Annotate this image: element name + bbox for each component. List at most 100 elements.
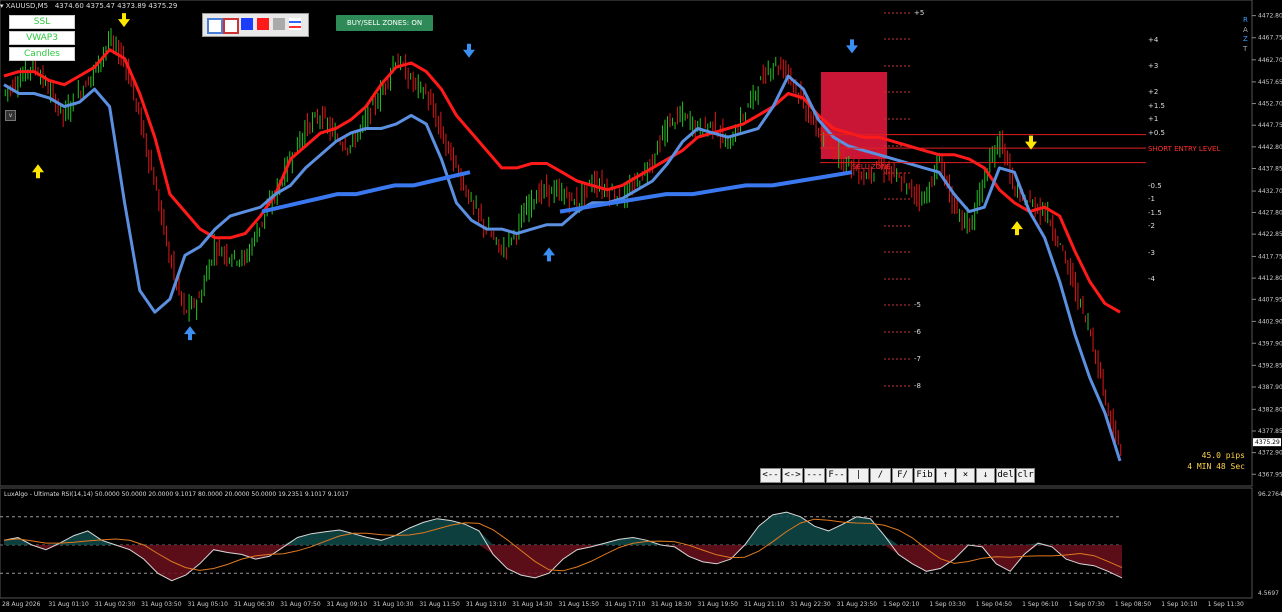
- vwap-segment-left: [261, 170, 471, 214]
- current-price-label: 4375.29: [1255, 439, 1280, 446]
- pips-readout: 45.0 pips: [1201, 451, 1245, 460]
- fib-level-label: -4: [1148, 275, 1156, 283]
- toolbar-dash-button[interactable]: ---: [804, 468, 825, 483]
- swatch-outline-red[interactable]: [223, 18, 239, 34]
- rsi-bear-fill: [4, 545, 1122, 581]
- swatch-gray[interactable]: [273, 18, 285, 30]
- time-tick-label: 31 Aug 11:50: [419, 601, 460, 608]
- fib-level-label: -7: [914, 355, 921, 363]
- price-tick-label: 4422.85: [1258, 231, 1282, 238]
- toolbar-diagonal-button[interactable]: /: [870, 468, 891, 483]
- time-tick-label: 1 Sep 08:50: [1115, 601, 1151, 608]
- fib-level-label: +1.5: [1148, 102, 1165, 110]
- buy-sell-zones-button[interactable]: BUY/SELL ZONES: ON: [336, 15, 433, 31]
- time-tick-label: 31 Aug 14:30: [512, 601, 553, 608]
- time-tick-label: 31 Aug 18:30: [651, 601, 692, 608]
- toolbar-fib-button[interactable]: Fib: [914, 468, 935, 483]
- swatch-red[interactable]: [257, 18, 269, 30]
- sell-arrow-icon: [118, 13, 130, 28]
- vwap-segment-right: [559, 170, 853, 214]
- price-tick-label: 4472.80: [1258, 13, 1282, 20]
- ssl-line: [3, 48, 1121, 314]
- time-tick-label: 31 Aug 17:10: [605, 601, 646, 608]
- sell-arrow-icon: [1025, 135, 1037, 150]
- time-tick-label: 31 Aug 09:10: [327, 601, 368, 608]
- time-tick-label: 31 Aug 15:50: [558, 601, 599, 608]
- toolbar-fib-diagonal-button[interactable]: F/: [892, 468, 913, 483]
- fib-level-label: -6: [914, 328, 922, 336]
- toolbar-clear-button[interactable]: clr: [1016, 468, 1035, 483]
- chart-canvas[interactable]: SELL ZONE +5-5-6-7-8+4+3+2+1.5+1+0.5-0.5…: [0, 0, 1282, 612]
- price-tick-label: 4452.70: [1258, 101, 1282, 108]
- price-tick-label: 4367.95: [1258, 471, 1282, 478]
- right-label-r: R: [1243, 16, 1248, 24]
- fib-level-label: +1: [1148, 115, 1158, 123]
- time-tick-label: 1 Sep 04:50: [976, 601, 1012, 608]
- price-tick-label: 4417.75: [1258, 253, 1282, 260]
- fib-level-label: -5: [914, 301, 921, 309]
- ssl-toggle-button[interactable]: SSL: [9, 15, 75, 29]
- vwap3-toggle-button[interactable]: VWAP3: [9, 31, 75, 45]
- toolbar-fib-dash-button[interactable]: F--: [826, 468, 847, 483]
- toolbar-vertical-button[interactable]: |: [848, 468, 869, 483]
- rsi-panel: 96.2764 4.5697: [0, 491, 1282, 597]
- time-tick-label: 31 Aug 10:30: [373, 601, 414, 608]
- rsi-indicator-label: LuxAlgo - Ultimate RSI(14,14) 50.0000 50…: [4, 491, 349, 498]
- right-edge-labels: R A Z T: [1243, 16, 1248, 54]
- price-tick-label: 4402.90: [1258, 318, 1282, 325]
- price-tick-label: 4382.80: [1258, 406, 1282, 413]
- toolbar-up-arrow-icon[interactable]: ↑: [936, 468, 955, 483]
- time-tick-label: 31 Aug 19:50: [698, 601, 739, 608]
- time-tick-label: 1 Sep 11:30: [1208, 601, 1244, 608]
- sell-arrow-icon: [846, 39, 858, 54]
- price-tick-label: 4447.75: [1258, 122, 1282, 129]
- toolbar-down-arrow-icon[interactable]: ↓: [976, 468, 995, 483]
- swatch-line-style[interactable]: [289, 18, 301, 30]
- buy-arrow-icon: [32, 164, 44, 179]
- time-tick-label: 1 Sep 06:10: [1022, 601, 1058, 608]
- fib-level-label: +2: [1148, 88, 1158, 96]
- fib-level-label: -1: [1148, 195, 1155, 203]
- swatch-outline-blue[interactable]: [207, 18, 223, 34]
- price-tick-label: 4407.95: [1258, 296, 1282, 303]
- price-tick-label: 4442.80: [1258, 144, 1282, 151]
- swatch-blue[interactable]: [241, 18, 253, 30]
- time-tick-label: 1 Sep 03:30: [929, 601, 965, 608]
- fib-level-label: -2: [1148, 222, 1155, 230]
- symbol-bar: ▾ XAUUSD,M5 4374.60 4375.47 4373.89 4375…: [0, 2, 177, 10]
- rsi-min-label: 4.5697: [1258, 590, 1279, 597]
- toolbar-arrow-left-button[interactable]: <--: [760, 468, 781, 483]
- fib-level-label: +3: [1148, 62, 1158, 70]
- right-label-z: Z: [1243, 35, 1248, 43]
- main-frame: [0, 0, 1253, 487]
- price-tick-label: 4377.85: [1258, 428, 1282, 435]
- fib-level-label: +0.5: [1148, 129, 1165, 137]
- price-tick-label: 4437.85: [1258, 166, 1282, 173]
- toolbar-close-icon[interactable]: ×: [956, 468, 975, 483]
- price-tick-label: 4387.90: [1258, 384, 1282, 391]
- ssl-series-line: [3, 48, 1121, 314]
- collapse-toggle-icon[interactable]: v: [5, 110, 16, 121]
- symbol-label: XAUUSD,M5: [5, 2, 49, 10]
- ohlc-values: 4374.60 4375.47 4373.89 4375.29: [54, 2, 178, 10]
- price-tick-label: 4457.65: [1258, 79, 1282, 86]
- time-tick-label: 28 Aug 2026: [2, 601, 41, 608]
- time-tick-label: 31 Aug 23:50: [837, 601, 878, 608]
- time-tick-label: 31 Aug 13:10: [466, 601, 507, 608]
- fib-level-label: +5: [914, 9, 924, 17]
- price-tick-label: 4392.85: [1258, 362, 1282, 369]
- price-tick-label: 4467.75: [1258, 35, 1282, 42]
- right-label-t: T: [1243, 44, 1248, 53]
- color-swatch-panel: [202, 13, 309, 37]
- time-tick-label: 1 Sep 07:30: [1069, 601, 1105, 608]
- short-entry-label: SHORT ENTRY LEVEL: [1148, 145, 1220, 153]
- time-tick-label: 31 Aug 21:10: [744, 601, 785, 608]
- toolbar-arrow-both-button[interactable]: <->: [782, 468, 803, 483]
- price-tick-label: 4397.90: [1258, 340, 1282, 347]
- time-tick-label: 31 Aug 06:30: [234, 601, 275, 608]
- right-label-a: A: [1243, 25, 1248, 34]
- toolbar-delete-button[interactable]: del: [996, 468, 1015, 483]
- candles-toggle-button[interactable]: Candles: [9, 47, 75, 61]
- price-tick-label: 4432.70: [1258, 188, 1282, 195]
- fib-level-label: -3: [1148, 249, 1155, 257]
